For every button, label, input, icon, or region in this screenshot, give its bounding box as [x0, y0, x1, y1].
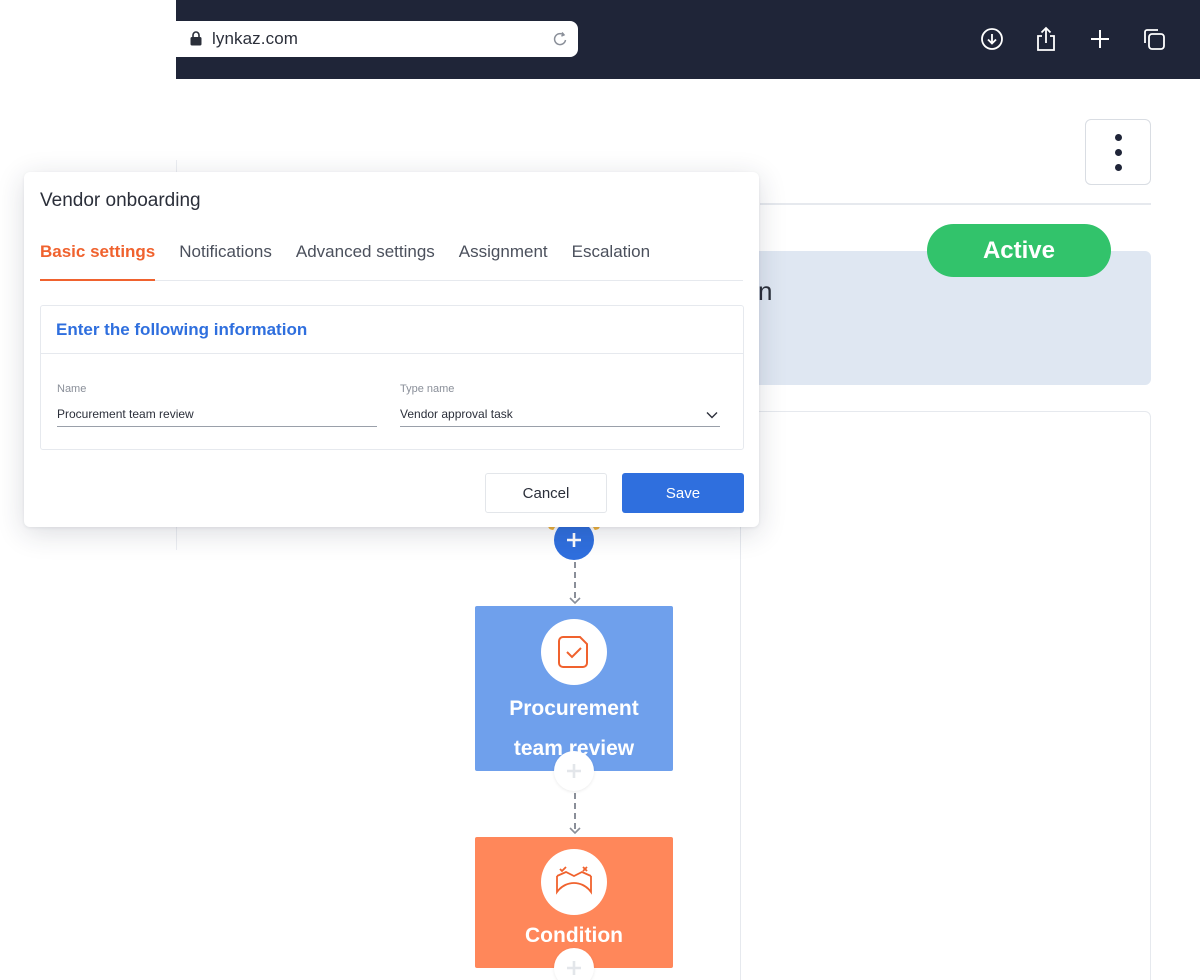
- share-icon[interactable]: [1034, 26, 1058, 52]
- type-field: Type name Vendor approval task: [400, 383, 720, 427]
- tab-advanced-settings[interactable]: Advanced settings: [296, 240, 435, 281]
- section-heading: Enter the following information: [41, 306, 743, 354]
- url-text: lynkaz.com: [212, 29, 299, 48]
- tabs-icon[interactable]: [1142, 26, 1166, 52]
- name-value: Procurement team review: [57, 407, 194, 421]
- name-label: Name: [57, 383, 87, 395]
- flow-connector: [574, 562, 576, 598]
- new-tab-icon[interactable]: [1088, 26, 1112, 52]
- tab-bar: Basic settings Notifications Advanced se…: [40, 240, 743, 281]
- reload-icon[interactable]: [550, 29, 570, 49]
- form-section: Enter the following information Name Pro…: [40, 305, 744, 450]
- task-check-icon: [541, 619, 607, 685]
- name-input[interactable]: Procurement team review: [57, 407, 377, 427]
- tab-escalation[interactable]: Escalation: [572, 240, 650, 281]
- browser-actions: [980, 26, 1166, 52]
- chevron-down-icon: [706, 412, 718, 419]
- dialog-title: Vendor onboarding: [40, 190, 201, 211]
- type-label: Type name: [400, 383, 455, 395]
- status-badge: Active: [927, 224, 1111, 277]
- type-select[interactable]: Vendor approval task: [400, 407, 720, 427]
- tab-assignment[interactable]: Assignment: [459, 240, 548, 281]
- info-panel-text: n: [758, 276, 773, 306]
- download-icon[interactable]: [980, 26, 1004, 52]
- type-value: Vendor approval task: [400, 407, 513, 421]
- tab-basic-settings[interactable]: Basic settings: [40, 240, 156, 281]
- header-divider: [760, 203, 1151, 205]
- name-field: Name Procurement team review: [57, 383, 377, 427]
- save-button[interactable]: Save: [622, 473, 744, 513]
- flow-connector: [574, 793, 576, 829]
- chevron-down-icon: [569, 597, 581, 605]
- workflow-canvas: [740, 411, 1151, 980]
- settings-dialog: Vendor onboarding Basic settings Notific…: [24, 172, 759, 527]
- add-step-button[interactable]: [554, 948, 594, 980]
- add-step-button[interactable]: [554, 751, 594, 791]
- chevron-down-icon: [569, 827, 581, 835]
- flow-node-task[interactable]: Procurement team review: [475, 606, 673, 771]
- lock-icon: [190, 31, 204, 47]
- app-screen: lynkaz.com n Active Procurement team rev…: [0, 0, 1200, 980]
- address-bar[interactable]: lynkaz.com: [176, 21, 578, 57]
- cancel-button[interactable]: Cancel: [485, 473, 607, 513]
- condition-icon: [541, 849, 607, 915]
- more-options-button[interactable]: [1085, 119, 1151, 185]
- tab-notifications[interactable]: Notifications: [179, 240, 272, 281]
- flow-node-title: Condition: [525, 924, 623, 947]
